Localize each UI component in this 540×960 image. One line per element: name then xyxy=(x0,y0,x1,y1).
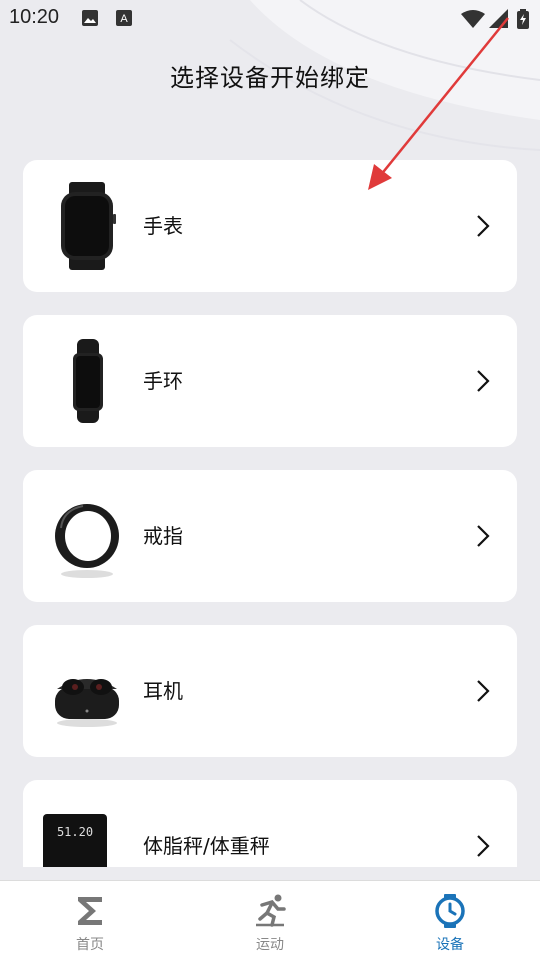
watch-icon xyxy=(61,182,116,270)
bottom-nav: 首页 运动 设备 xyxy=(0,880,540,960)
scale-icon: 51.20 xyxy=(43,814,107,867)
watch-device-icon xyxy=(435,894,465,928)
nav-label-device: 设备 xyxy=(436,937,464,953)
device-label-scale: 体脂秤/体重秤 xyxy=(143,834,270,858)
device-card-ring[interactable]: 戒指 xyxy=(23,470,517,602)
device-label-earbuds: 耳机 xyxy=(143,679,183,703)
chevron-right-icon xyxy=(477,680,490,702)
device-label-watch: 手表 xyxy=(143,214,183,238)
device-card-scale[interactable]: 51.20 体脂秤/体重秤 xyxy=(23,780,517,867)
device-label-band: 手环 xyxy=(143,369,183,393)
ring-icon xyxy=(55,504,119,578)
chevron-right-icon xyxy=(477,215,490,237)
nav-label-sport: 运动 xyxy=(256,937,284,953)
device-card-watch[interactable]: 手表 xyxy=(23,160,517,292)
nav-label-home: 首页 xyxy=(76,937,104,953)
earbuds-icon xyxy=(55,679,119,727)
chevron-right-icon xyxy=(477,525,490,547)
chevron-right-icon xyxy=(477,835,490,857)
chevron-right-icon xyxy=(477,370,490,392)
nav-item-sport[interactable]: 运动 xyxy=(180,881,360,960)
running-icon xyxy=(256,894,286,927)
nav-item-home[interactable]: 首页 xyxy=(0,881,180,960)
device-label-ring: 戒指 xyxy=(143,524,183,548)
device-card-earbuds[interactable]: 耳机 xyxy=(23,625,517,757)
device-list: 手表 手环 戒指 耳机 51.20 体脂秤/体重秤 xyxy=(0,0,540,867)
band-icon xyxy=(73,339,103,423)
device-card-band[interactable]: 手环 xyxy=(23,315,517,447)
sigma-home-icon xyxy=(78,897,102,925)
nav-item-device[interactable]: 设备 xyxy=(360,881,540,960)
scale-reading: 51.20 xyxy=(57,825,93,839)
